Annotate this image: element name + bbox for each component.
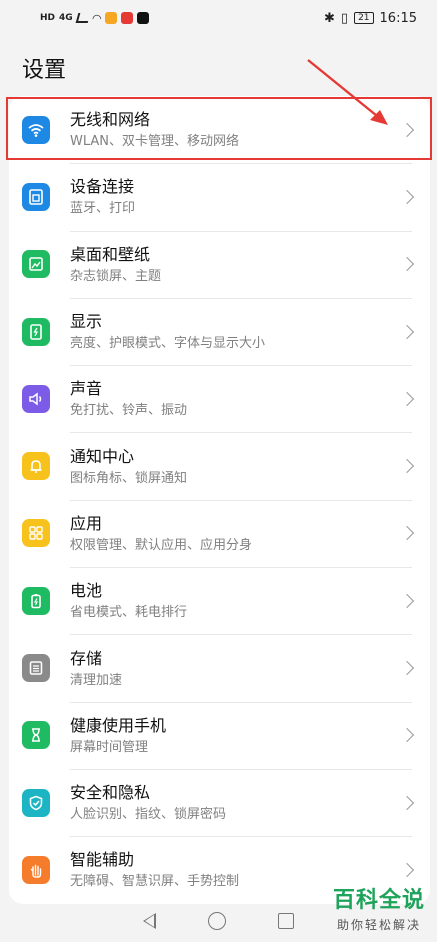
notification-app-icon [105,12,118,24]
settings-item-notification-center[interactable]: 通知中心 图标角标、锁屏通知 [9,432,430,499]
bluetooth-icon: ✱ [324,10,335,26]
vibrate-icon: ▯ [340,10,349,26]
wallpaper-icon [22,250,50,279]
item-subtitle: 免打扰、铃声、振动 [70,403,188,419]
status-bar: HD 4G ◠ ✱ ▯ 21 16:15 [0,0,437,36]
settings-item-apps[interactable]: 应用 权限管理、默认应用、应用分身 [9,499,430,567]
recent-apps-icon[interactable] [278,913,294,929]
wifi-status-icon: ◠ [92,11,102,25]
display-icon [22,317,50,346]
battery-icon [22,586,50,615]
battery-indicator: 21 [354,12,374,24]
back-icon[interactable] [143,913,156,929]
bell-icon [22,452,50,481]
home-icon[interactable] [208,912,226,930]
item-title: 应用 [70,513,103,533]
storage-icon [22,654,50,683]
apps-icon [22,519,50,548]
notification-app-icon [137,12,150,24]
item-title: 智能辅助 [70,850,135,870]
watermark-subtitle: 助你轻松解决 [336,918,421,932]
item-subtitle: 图标角标、锁屏通知 [70,470,188,486]
status-left: HD 4G ◠ [40,11,150,25]
settings-item-sound[interactable]: 声音 免打扰、铃声、振动 [9,365,430,432]
hd-indicator: HD [40,13,56,23]
signal-icon [75,13,91,23]
hourglass-icon [22,721,50,750]
watermark: 百科全说 助你轻松解决 [333,882,425,933]
settings-item-battery[interactable]: 电池 省电模式、耗电排行 [9,567,430,634]
item-title: 通知中心 [70,446,135,466]
item-title: 安全和隐私 [70,783,151,803]
clock: 16:15 [379,10,417,26]
settings-item-security-privacy[interactable]: 安全和隐私 人脸识别、指纹、锁屏密码 [9,768,430,836]
item-subtitle: 清理加速 [70,672,123,688]
settings-item-storage[interactable]: 存储 清理加速 [9,634,430,701]
settings-item-display[interactable]: 显示 亮度、护眼模式、字体与显示大小 [9,297,430,365]
item-subtitle: 权限管理、默认应用、应用分身 [70,537,253,553]
item-subtitle: 蓝牙、打印 [70,201,136,217]
notification-app-icon [121,12,134,24]
watermark-title: 百科全说 [332,888,425,913]
item-title: 电池 [70,581,103,601]
settings-item-digital-balance[interactable]: 健康使用手机 屏幕时间管理 [9,701,430,769]
hand-icon [22,855,50,884]
item-subtitle: 人脸识别、指纹、锁屏密码 [70,807,227,823]
item-subtitle: 省电模式、耗电排行 [70,605,188,621]
shield-icon [22,788,50,817]
annotation-arrow-icon [307,59,388,125]
settings-item-device-connection[interactable]: 设备连接 蓝牙、打印 [9,163,430,230]
network-indicator: 4G [59,13,73,23]
item-subtitle: 亮度、护眼模式、字体与显示大小 [70,336,266,352]
settings-item-desktop-wallpaper[interactable]: 桌面和壁纸 杂志锁屏、主题 [9,230,430,298]
item-title: 设备连接 [70,177,135,197]
item-subtitle: 杂志锁屏、主题 [70,268,162,284]
item-title: 健康使用手机 [70,715,167,735]
item-title: 显示 [70,312,103,332]
status-right: ✱ ▯ 21 16:15 [324,11,417,26]
item-title: 存储 [70,648,103,668]
settings-list: 无线和网络 WLAN、双卡管理、移动网络 设备连接 蓝牙、打印 桌面和壁纸 杂志… [9,96,430,904]
item-subtitle: 屏幕时间管理 [70,739,149,755]
page-title: 设置 [22,58,67,83]
device-connect-icon [22,182,50,211]
sound-icon [22,384,50,413]
item-title: 桌面和壁纸 [70,244,151,264]
item-title: 声音 [70,379,103,399]
